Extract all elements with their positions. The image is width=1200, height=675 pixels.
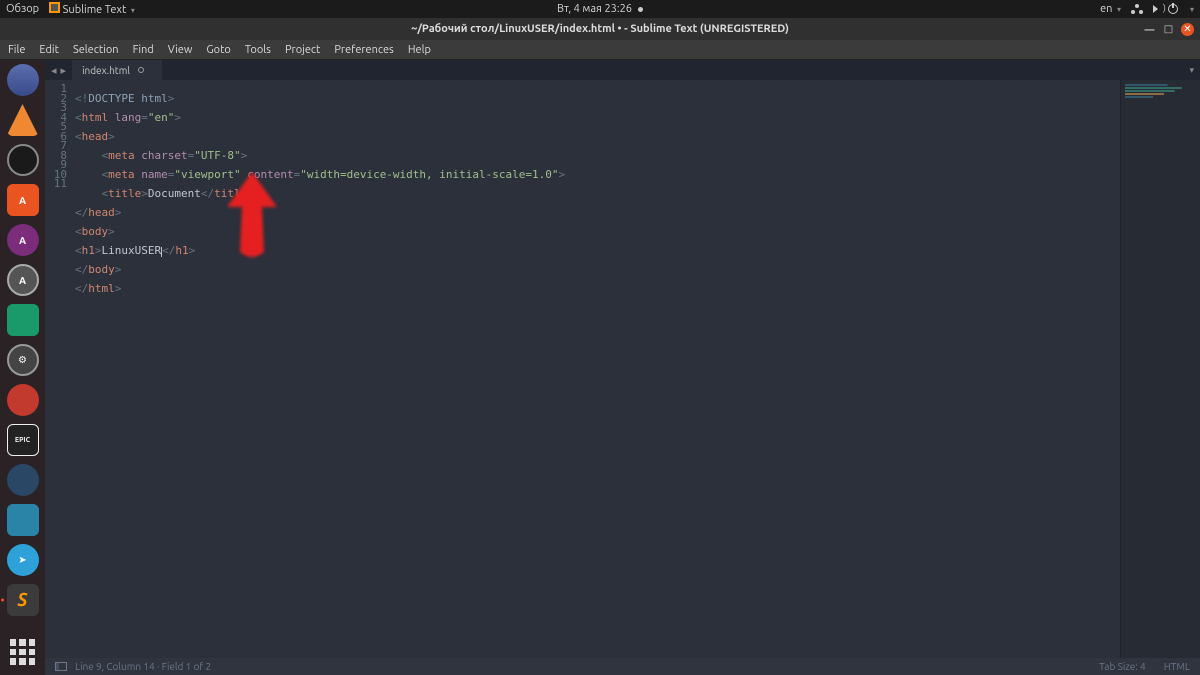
window-minimize-button[interactable]: — [1143,23,1156,36]
minimap-content [1125,84,1196,100]
tab-overflow-icon[interactable]: ▾ [1189,65,1194,76]
dock-settings-icon[interactable]: ⚙ [7,344,39,376]
window-maximize-button[interactable]: □ [1162,23,1175,36]
line-number-gutter: 123 456 789 1011 [45,80,73,658]
menu-bar: File Edit Selection Find View Goto Tools… [0,40,1200,60]
chevron-down-icon: ▾ [1117,5,1121,14]
lang-label: en [1100,3,1112,15]
tab-history-back-icon[interactable]: ◂ [49,64,59,77]
menu-preferences[interactable]: Preferences [334,44,394,56]
focused-app-label: Sublime Text [63,4,127,16]
notification-dot-icon [638,7,643,12]
dock-telegram-icon[interactable]: ➤ [7,544,39,576]
dock: A A A ⚙ EPIC ➤ [0,60,45,675]
tab-size-label[interactable]: Tab Size: 4 [1099,661,1146,672]
dirty-indicator-icon [138,67,144,73]
menu-find[interactable]: Find [133,44,154,56]
tab-history-forward-icon[interactable]: ▸ [59,64,69,77]
tab-bar: ◂ ▸ index.html ▾ [45,60,1200,80]
activities-button[interactable]: Обзор [6,3,39,15]
window-titlebar[interactable]: ~/Рабочий стол/LinuxUSER/index.html • - … [0,18,1200,40]
status-bar: Line 9, Column 14 · Field 1 of 2 Tab Siz… [45,658,1200,675]
side-panel-toggle-icon[interactable] [55,662,67,671]
clock[interactable]: Вт, 4 мая 23:26 [557,3,643,15]
dock-hardware-icon[interactable] [7,304,39,336]
menu-help[interactable]: Help [408,44,431,56]
syntax-label[interactable]: HTML [1164,661,1190,672]
chevron-down-icon[interactable]: ▾ [1190,5,1194,14]
dock-epic-icon[interactable]: EPIC [7,424,39,456]
volume-icon[interactable] [1153,5,1158,13]
tab-index-html[interactable]: index.html [72,60,162,80]
dock-software-store-icon[interactable]: A [7,184,39,216]
dock-chromium-icon[interactable] [7,64,39,96]
dock-vlc-icon[interactable] [7,104,39,136]
menu-goto[interactable]: Goto [206,44,230,56]
dock-sublime-icon[interactable] [7,584,39,616]
dock-obs-icon[interactable] [7,144,39,176]
sublime-appicon [49,2,60,13]
cursor-position-label[interactable]: Line 9, Column 14 · Field 1 of 2 [75,661,211,672]
dock-app-icon[interactable]: A [7,224,39,256]
power-icon[interactable] [1168,4,1178,14]
dock-steam-icon[interactable] [7,464,39,496]
menu-tools[interactable]: Tools [245,44,271,56]
keyboard-layout-indicator[interactable]: en ▾ [1100,3,1121,15]
window-title: ~/Рабочий стол/LinuxUSER/index.html • - … [411,23,789,35]
dock-app-red-icon[interactable] [7,384,39,416]
system-top-bar: Обзор Sublime Text ▾ Вт, 4 мая 23:26 en … [0,0,1200,18]
dock-show-apps-icon[interactable] [10,639,36,665]
menu-selection[interactable]: Selection [73,44,119,56]
chevron-down-icon: ▾ [131,6,135,15]
focused-app-indicator[interactable]: Sublime Text ▾ [49,2,135,16]
dock-updates-icon[interactable]: A [7,264,39,296]
network-icon[interactable] [1131,4,1143,14]
menu-project[interactable]: Project [285,44,320,56]
menu-edit[interactable]: Edit [39,44,59,56]
editor-pane: ◂ ▸ index.html ▾ 123 456 789 1011 <!DOCT… [45,60,1200,675]
code-editor[interactable]: <!DOCTYPE html> <html lang="en"> <head> … [73,80,1120,658]
tab-label: index.html [82,65,130,76]
window-close-button[interactable]: ✕ [1181,23,1194,36]
menu-view[interactable]: View [168,44,193,56]
dock-battlenet-icon[interactable] [7,504,39,536]
datetime-label: Вт, 4 мая 23:26 [557,3,632,15]
menu-file[interactable]: File [8,44,25,56]
minimap[interactable] [1120,80,1200,658]
